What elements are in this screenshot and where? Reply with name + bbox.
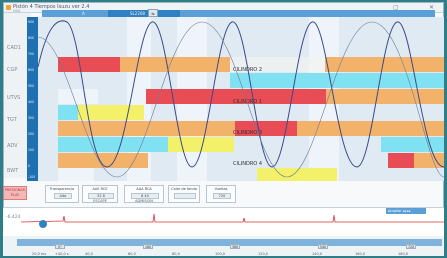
topbar-label: SL2208 xyxy=(130,11,145,16)
control-label: Vueltas xyxy=(214,187,228,191)
slider-tick: 360 xyxy=(230,244,240,249)
background-color-control[interactable]: Color de fondo xyxy=(168,185,200,203)
scale-label: +40,0 s xyxy=(55,252,69,256)
topbar-label: A xyxy=(82,11,85,16)
scale-label: 20,0 ms xyxy=(32,252,47,256)
left-label: ADV xyxy=(7,143,18,149)
control-label: Transparencia xyxy=(49,187,75,191)
left-label: TGT xyxy=(7,117,17,123)
scale-label: 140,0 xyxy=(312,252,323,256)
wave-line xyxy=(37,20,444,168)
scale-label: 100,0 xyxy=(215,252,226,256)
color-swatch[interactable] xyxy=(174,193,196,199)
slider-tick: 720 xyxy=(406,244,416,249)
slider-handle[interactable] xyxy=(39,220,47,228)
scale-label: 180,0 xyxy=(398,252,409,256)
scale-label: 80,0 xyxy=(172,252,180,256)
slider-tick: 540 xyxy=(318,244,328,249)
timeline-thumb[interactable]: ⇆ xyxy=(148,9,158,17)
scale-label: 40,0 xyxy=(85,252,93,256)
slider-tick: 180 xyxy=(143,244,153,249)
turns-control[interactable]: Vueltas 720 xyxy=(206,185,236,203)
lower-wave xyxy=(20,213,444,223)
escape-control[interactable]: AAE RCE 32 8 ESCAPE xyxy=(82,185,118,203)
lower-waveform-panel: -6.424 -7.25 xyxy=(3,207,444,243)
control-value[interactable]: 720 xyxy=(213,193,231,199)
left-label: CGP xyxy=(7,67,18,73)
engine-chart-area: 900 800 700 600 500 400 300 200 100 0 -1… xyxy=(27,17,444,181)
transparency-control[interactable]: Transparencia Alto xyxy=(45,185,79,203)
scale-label: 60,0 xyxy=(128,252,136,256)
scale-label: 120,0 xyxy=(258,252,269,256)
control-label: Color de fondo xyxy=(171,187,197,191)
scale-label: 160,0 xyxy=(355,252,366,256)
control-value[interactable]: Alto xyxy=(54,193,72,199)
left-label: CAD1 xyxy=(7,45,21,51)
app-icon xyxy=(6,5,11,10)
control-label: AAE RCE xyxy=(92,187,108,191)
wave-line-secondary xyxy=(37,21,444,178)
left-label: BWT xyxy=(7,168,19,174)
admission-control[interactable]: AAA RCA 8 40 ADMISION xyxy=(124,185,164,203)
zoom-tab[interactable]: Ampliar ◂◂ ▸▸ xyxy=(386,208,426,214)
slider-tick: 0° xyxy=(55,244,65,249)
left-label: UTVS xyxy=(7,95,21,101)
control-footer: ADMISION xyxy=(135,199,153,203)
play-button[interactable]: PRESIONAR PLAY xyxy=(3,186,27,200)
control-label: AAA RCA xyxy=(136,187,152,191)
control-footer: ESCAPE xyxy=(93,199,107,203)
pressure-wave xyxy=(37,20,444,178)
